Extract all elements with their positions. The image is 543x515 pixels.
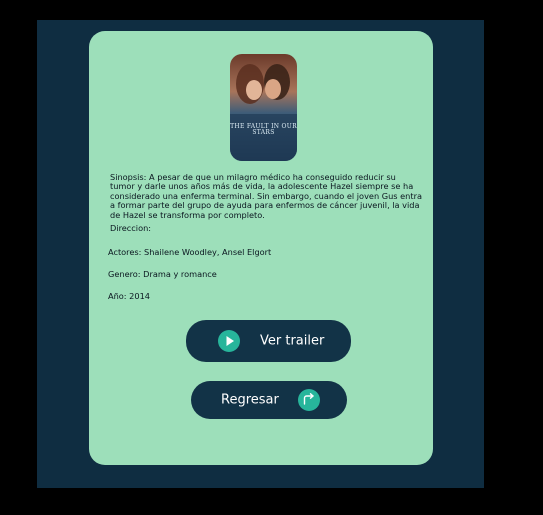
movie-detail-card: THE FAULT IN OUR STARS Sinopsis: A pesar… [89,31,433,465]
direction-label: Direccion: [110,223,152,233]
watch-trailer-button[interactable]: Ver trailer [186,320,351,362]
back-label: Regresar [221,392,279,408]
return-arrow-icon [298,389,320,411]
watch-trailer-label: Ver trailer [260,333,325,349]
movie-poster: THE FAULT IN OUR STARS [230,54,297,161]
poster-artwork [230,54,297,161]
genre-label: Genero: Drama y romance [108,269,217,279]
synopsis-text: Sinopsis: A pesar de que un milagro médi… [110,172,422,220]
year-label: Año: 2014 [108,291,150,301]
actors-label: Actores: Shailene Woodley, Ansel Elgort [108,247,272,257]
play-icon [218,330,240,352]
poster-title: THE FAULT IN OUR STARS [230,123,297,136]
back-button[interactable]: Regresar [191,381,347,419]
